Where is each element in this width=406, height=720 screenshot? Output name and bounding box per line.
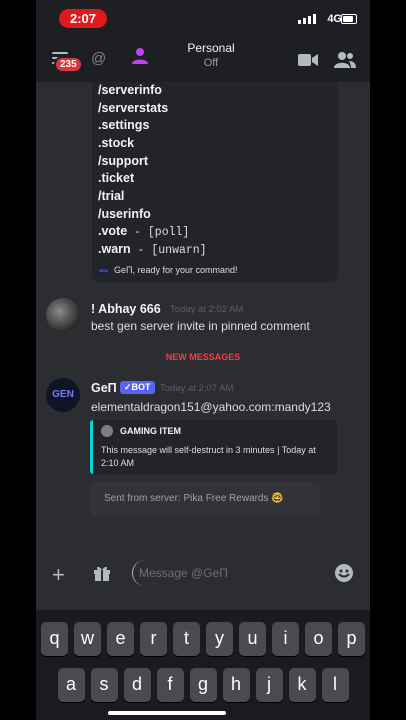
user-icon — [132, 48, 148, 64]
keyboard: q w e r t y u i o p a s d f g h j k l — [36, 610, 370, 720]
home-indicator[interactable] — [108, 711, 226, 715]
message-text: best gen server invite in pinned comment — [91, 319, 310, 333]
battery-icon — [341, 14, 357, 24]
signal-icon — [298, 14, 316, 24]
key-l[interactable]: l — [321, 668, 349, 702]
command-item: .ticket — [98, 171, 135, 185]
bot-avatar[interactable]: GEN — [46, 378, 80, 412]
sent-from-text: Sent from server: Pika Free Rewards 🤓 — [104, 493, 284, 504]
key-i[interactable]: i — [272, 622, 299, 656]
key-w[interactable]: w — [74, 622, 101, 656]
command-footer-text: GeΠ, ready for your command! — [114, 265, 238, 275]
key-u[interactable]: u — [239, 622, 266, 656]
key-f[interactable]: f — [156, 668, 184, 702]
status-time: 2:07 — [59, 9, 107, 28]
key-d[interactable]: d — [123, 668, 151, 702]
message-timestamp: Today at 2:02 AM — [170, 304, 244, 315]
message-input[interactable]: Message @GeΠ — [132, 560, 339, 586]
command-item: /support — [98, 154, 148, 168]
video-call-icon[interactable] — [298, 53, 318, 67]
key-r[interactable]: r — [140, 622, 167, 656]
key-q[interactable]: q — [41, 622, 68, 656]
avatar[interactable] — [46, 298, 80, 332]
gen-logo-icon: GEN — [98, 265, 109, 275]
key-k[interactable]: k — [288, 668, 316, 702]
chat-subtitle: Off — [203, 57, 219, 69]
key-o[interactable]: o — [305, 622, 332, 656]
command-item: .stock — [98, 136, 135, 150]
key-j[interactable]: j — [255, 668, 283, 702]
author-name[interactable]: ! Abhay 666 — [91, 302, 161, 316]
message-timestamp: Today at 2:07 AM — [160, 383, 234, 394]
bot-badge: ✓BOT — [120, 381, 155, 394]
new-messages-divider: NEW MESSAGES — [165, 352, 241, 362]
command-item: /serverinfo — [98, 83, 162, 97]
command-item: /serverstats — [98, 101, 169, 115]
message-composer: + Message @GeΠ — [36, 554, 370, 598]
chat-header: 235 @ Personal Off — [36, 38, 370, 82]
author-name[interactable]: GeΠ — [91, 381, 117, 395]
key-g[interactable]: g — [189, 668, 217, 702]
key-s[interactable]: s — [90, 668, 118, 702]
at-icon: @ — [91, 50, 107, 67]
key-y[interactable]: y — [206, 622, 233, 656]
command-item: .vote - [poll] — [98, 224, 190, 239]
gift-icon[interactable] — [93, 564, 111, 582]
phone-screen: 2:07 4G 235 @ Personal Off /serverinfo / — [36, 0, 370, 720]
command-item: .settings — [98, 118, 150, 132]
members-icon[interactable] — [334, 51, 356, 69]
embed-card: GAMING ITEM This message will self-destr… — [90, 420, 337, 474]
status-bar: 2:07 4G — [36, 0, 370, 38]
command-item: .warn - [unwarn] — [98, 242, 207, 257]
command-footer: GEN GeΠ, ready for your command! — [98, 265, 238, 275]
keyboard-row-2: a s d f g h j k l — [36, 668, 370, 702]
sent-from-server[interactable]: Sent from server: Pika Free Rewards 🤓 — [90, 482, 320, 516]
key-p[interactable]: p — [338, 622, 365, 656]
key-t[interactable]: t — [173, 622, 200, 656]
message-text: elementaldragon151@yahoo.com:mandy123 — [91, 400, 331, 414]
command-item: /userinfo — [98, 207, 151, 221]
embed-author-icon — [101, 425, 113, 437]
command-item: /trial — [98, 189, 125, 203]
embed-description: This message will self-destruct in 3 min… — [101, 445, 316, 468]
key-a[interactable]: a — [57, 668, 85, 702]
network-label: 4G — [327, 13, 342, 25]
key-e[interactable]: e — [107, 622, 134, 656]
embed-title: GAMING ITEM — [120, 426, 181, 436]
add-attachment-icon[interactable]: + — [52, 562, 65, 588]
keyboard-row-1: q w e r t y u i o p — [36, 622, 370, 656]
emoji-icon[interactable] — [334, 563, 354, 583]
notification-badge: 235 — [54, 56, 83, 73]
key-h[interactable]: h — [222, 668, 250, 702]
chat-title[interactable]: Personal — [156, 41, 266, 55]
